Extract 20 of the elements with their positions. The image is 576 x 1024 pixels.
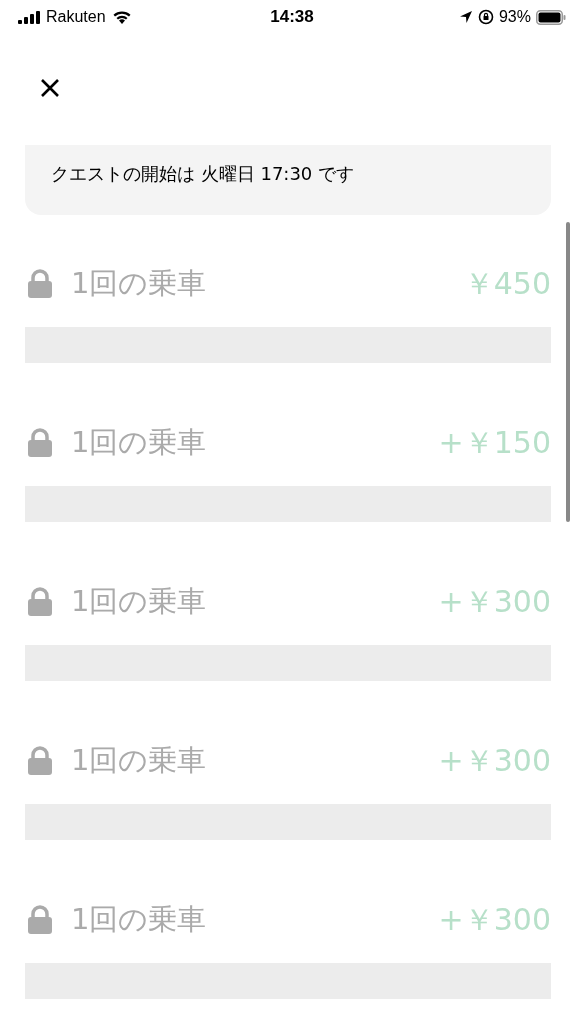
step-title: 1回の乗車 (71, 265, 208, 302)
battery-icon (536, 9, 566, 25)
step-title: 1回の乗車 (71, 583, 208, 620)
status-time: 14:38 (270, 7, 314, 27)
reward-amount: +￥300 (438, 900, 551, 939)
reward-amount: ￥450 (463, 264, 551, 303)
close-icon (40, 78, 60, 98)
reward-amount: +￥150 (438, 423, 551, 462)
notice-text: クエストの開始は 火曜日 17:30 です (51, 163, 355, 184)
step-title: 1回の乗車 (71, 742, 208, 779)
signal-icon (18, 10, 40, 24)
battery-percent: 93% (498, 8, 531, 26)
rotation-lock-icon (477, 9, 494, 25)
wifi-icon (111, 10, 132, 24)
step-title: 1回の乗車 (71, 424, 208, 461)
step-title: 1回の乗車 (71, 901, 208, 938)
reward-amount: +￥300 (438, 741, 551, 780)
location-arrow-icon (458, 10, 473, 24)
carrier-name: Rakuten (46, 8, 106, 26)
reward-amount: +￥300 (438, 582, 551, 621)
